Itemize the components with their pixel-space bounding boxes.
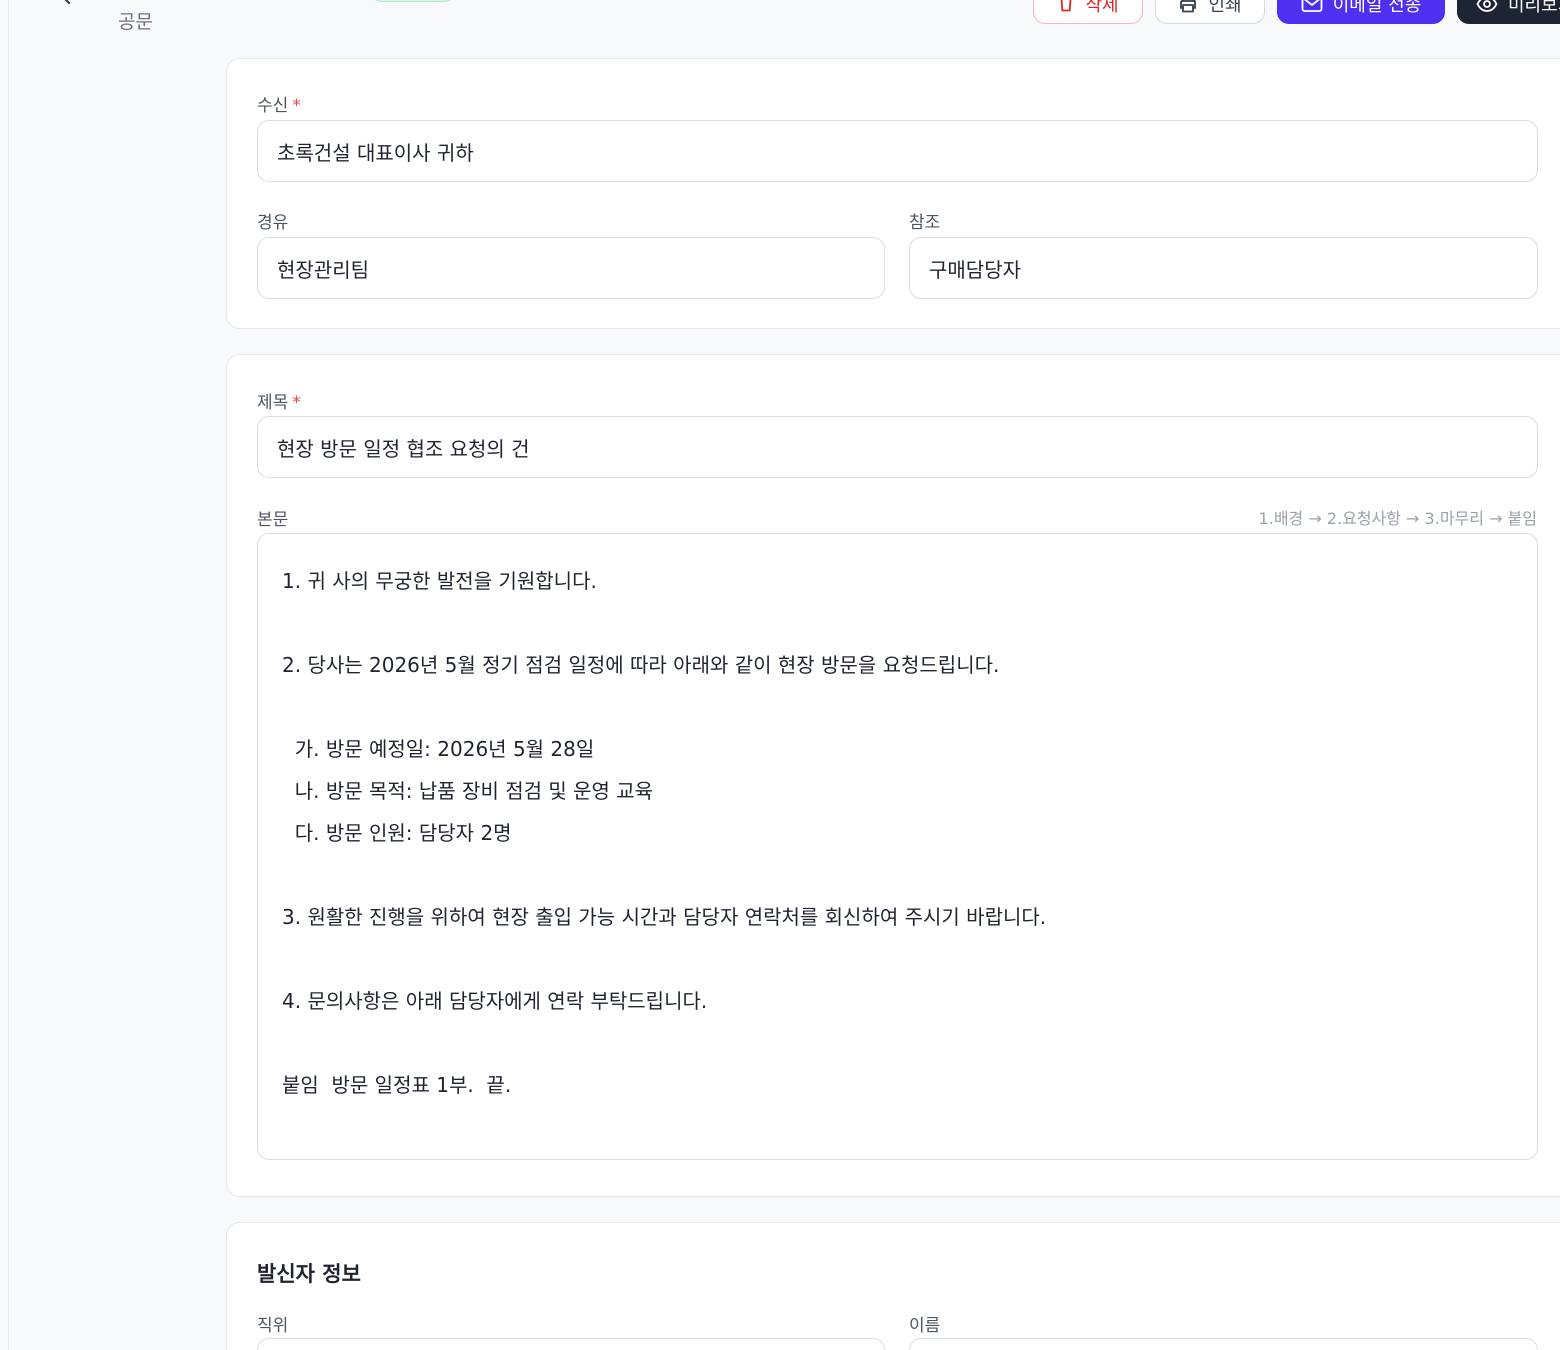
body-line <box>282 686 1513 728</box>
print-button-label: 인쇄 <box>1208 0 1242 16</box>
body-structure-hint: 1.배경 → 2.요청사항 → 3.마무리 → 붙임 <box>1258 509 1537 528</box>
trash-icon <box>1061 0 1072 12</box>
body-line <box>282 1022 1513 1064</box>
recipient-card: 수신 * 초록건설 대표이사 귀하 경유 현장관리팀 참조 구매담당자 <box>226 58 1560 329</box>
recipient-label: 수신 * <box>257 96 301 116</box>
name-label: 이름 <box>909 1316 941 1336</box>
body-line: 2. 당사는 2026년 5월 정기 점검 일정에 따라 아래와 같이 현장 방… <box>282 653 1000 677</box>
body-label: 본문 <box>257 510 289 530</box>
reference-label: 참조 <box>909 213 941 233</box>
subject-input[interactable]: 현장 방문 일정 협조 요청의 건 <box>257 416 1538 478</box>
body-line: 다. 방문 인원: 담당자 2명 <box>282 821 512 845</box>
via-input[interactable]: 현장관리팀 <box>257 237 885 299</box>
body-line: 가. 방문 예정일: 2026년 5월 28일 <box>282 737 595 761</box>
mail-icon <box>1301 0 1323 12</box>
body-textarea[interactable]: 1. 귀 사의 무궁한 발전을 기원합니다. 2. 당사는 2026년 5월 정… <box>257 533 1538 1160</box>
body-line: 3. 원활한 진행을 위하여 현장 출입 가능 시간과 담당자 연락처를 회신하… <box>282 905 1047 929</box>
document-type-label: 공문 <box>118 11 153 33</box>
preview-button[interactable]: 미리보기 <box>1457 0 1560 24</box>
via-label: 경유 <box>257 213 289 233</box>
required-mark: * <box>292 96 301 116</box>
sender-card: 발신자 정보 직위 이름 <box>226 1222 1560 1350</box>
subject-label: 제목 * <box>257 393 301 413</box>
sidebar-divider <box>8 0 9 1350</box>
delete-button[interactable]: 삭제 <box>1033 0 1143 24</box>
recipient-input[interactable]: 초록건설 대표이사 귀하 <box>257 120 1538 182</box>
body-line: 1. 귀 사의 무궁한 발전을 기원합니다. <box>282 569 597 593</box>
body-line <box>282 938 1513 980</box>
sender-section-title: 발신자 정보 <box>257 1262 361 1286</box>
name-input[interactable] <box>909 1338 1538 1350</box>
back-button[interactable] <box>52 0 80 10</box>
page: 공문 삭제 인쇄 이메일 전송 미리보기 수신* 초록건설 대표이사 귀하 경유 <box>0 0 1560 1350</box>
reference-input[interactable]: 구매담당자 <box>909 237 1538 299</box>
status-badge <box>370 0 456 2</box>
print-button[interactable]: 인쇄 <box>1155 0 1265 24</box>
preview-button-label: 미리보기 <box>1508 0 1560 16</box>
position-input[interactable] <box>257 1338 885 1350</box>
chevron-left-icon <box>64 0 71 5</box>
delete-button-label: 삭제 <box>1085 0 1119 16</box>
eye-icon <box>1476 0 1498 12</box>
position-label: 직위 <box>257 1316 289 1336</box>
send-email-button[interactable]: 이메일 전송 <box>1277 0 1445 24</box>
body-line <box>282 854 1513 896</box>
required-mark: * <box>292 393 301 413</box>
body-line: 나. 방문 목적: 납품 장비 점검 및 운영 교육 <box>282 779 654 803</box>
body-line: 4. 문의사항은 아래 담당자에게 연락 부탁드립니다. <box>282 989 708 1013</box>
printer-icon <box>1180 0 1197 13</box>
send-email-button-label: 이메일 전송 <box>1332 0 1422 16</box>
content-card: 제목 * 현장 방문 일정 협조 요청의 건 본문 1.배경 → 2.요청사항 →… <box>226 354 1560 1197</box>
body-line <box>282 602 1513 644</box>
body-line: 붙임 방문 일정표 1부. 끝. <box>282 1073 512 1097</box>
